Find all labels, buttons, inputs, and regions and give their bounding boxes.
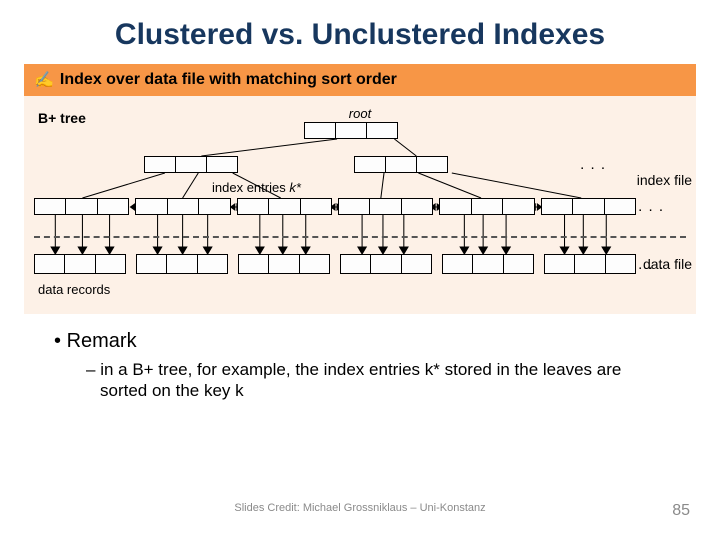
- index-entries-label: index entries k*: [212, 180, 301, 195]
- slide-title: Clustered vs. Unclustered Indexes: [0, 18, 720, 52]
- internal-node: [354, 156, 448, 173]
- ellipsis-icon: . . .: [580, 156, 606, 173]
- root-node: [304, 122, 398, 139]
- leaf-node: [439, 198, 534, 215]
- data-block: [34, 254, 126, 274]
- banner-text: Index over data file with matching sort …: [60, 71, 397, 89]
- leaf-node: [34, 198, 129, 215]
- page-number: 85: [672, 502, 690, 520]
- data-block: [238, 254, 330, 274]
- remark-heading-text: Remark: [67, 330, 137, 352]
- data-records-label: data records: [38, 282, 110, 297]
- leaf-node: [338, 198, 433, 215]
- remark-body: – in a B+ tree, for example, the index e…: [86, 359, 660, 402]
- internal-node: [144, 156, 238, 173]
- ellipsis-icon: . . .: [638, 198, 664, 215]
- remark-heading: • Remark: [54, 330, 720, 353]
- intro-banner: ✍ Index over data file with matching sor…: [24, 64, 696, 96]
- root-label: root: [349, 106, 371, 121]
- leaf-row: [34, 198, 636, 215]
- leaf-node: [135, 198, 230, 215]
- leaf-node: [541, 198, 636, 215]
- hand-write-icon: ✍: [34, 70, 54, 90]
- remark-body-text: in a B+ tree, for example, the index ent…: [100, 360, 621, 400]
- data-block: [544, 254, 636, 274]
- data-block: [442, 254, 534, 274]
- data-block: [340, 254, 432, 274]
- data-block: [136, 254, 228, 274]
- index-diagram: B+ tree root index entries k* data recor…: [24, 96, 696, 314]
- data-file-label: data file: [643, 256, 692, 272]
- data-row: [34, 254, 636, 274]
- slide: Clustered vs. Unclustered Indexes ✍ Inde…: [0, 0, 720, 540]
- slide-credit: Slides Credit: Michael Grossniklaus – Un…: [234, 502, 485, 514]
- bplus-tree-label: B+ tree: [38, 110, 86, 126]
- leaf-node: [237, 198, 332, 215]
- index-file-label: index file: [637, 172, 692, 188]
- separator-line: [34, 236, 686, 238]
